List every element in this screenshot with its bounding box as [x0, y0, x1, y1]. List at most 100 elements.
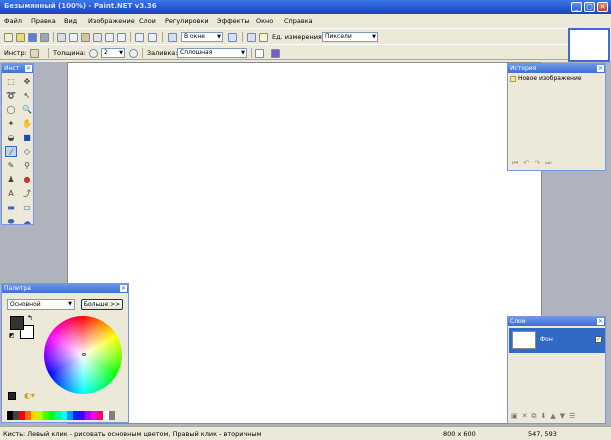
navigator-thumbnail[interactable]: [568, 28, 610, 62]
primary-color-swatch[interactable]: [10, 316, 24, 330]
title-bar[interactable]: Безымянный (100%) - Paint.NET v3.36 _ ▢ …: [0, 0, 611, 14]
print-icon[interactable]: [40, 33, 49, 42]
palette-strip[interactable]: [7, 411, 115, 420]
deselect-icon[interactable]: [105, 33, 114, 42]
history-panel-header[interactable]: История ✕: [508, 64, 605, 73]
reset-colors-icon[interactable]: ◩: [9, 332, 15, 339]
palette-menu-icon[interactable]: ◐▾: [24, 391, 35, 400]
zoom-icon[interactable]: [168, 33, 177, 42]
fill-select[interactable]: Сплошная ▼: [177, 48, 247, 58]
recolor-icon[interactable]: ●: [21, 174, 33, 185]
fill-value: Сплошная: [180, 49, 213, 56]
layer-visibility-checkbox[interactable]: ✓: [595, 336, 602, 343]
undo-icon[interactable]: ↶: [523, 159, 534, 167]
open-folder-icon[interactable]: [16, 33, 25, 42]
merge-layer-icon[interactable]: ⬇: [541, 412, 551, 420]
new-file-icon[interactable]: [4, 33, 13, 42]
rewind-icon[interactable]: ⏮: [512, 159, 523, 167]
redo-icon[interactable]: [148, 33, 157, 42]
close-icon[interactable]: ✕: [597, 65, 604, 72]
eraser-icon[interactable]: ◇: [21, 146, 33, 157]
rounded-rect-icon[interactable]: ▭: [21, 202, 33, 213]
zoom-select[interactable]: В окне ▼: [181, 32, 223, 42]
more-button[interactable]: Больше >>: [81, 299, 123, 310]
move-up-icon[interactable]: ▲: [550, 412, 559, 420]
cut-icon[interactable]: [57, 33, 66, 42]
rect-select-icon[interactable]: ⬚: [5, 76, 17, 87]
delete-layer-icon[interactable]: ✕: [522, 412, 532, 420]
history-item[interactable]: Новое изображение: [510, 75, 603, 82]
redo-icon[interactable]: ↷: [534, 159, 545, 167]
duplicate-layer-icon[interactable]: ⧉: [532, 412, 541, 420]
minimize-button[interactable]: _: [571, 2, 582, 12]
lasso-icon[interactable]: ➰: [5, 90, 17, 101]
tools-panel: Инст ✕ ⬚ ✥ ➰ ↖ ◯ 🔍 ✦ ✋ ◒ ■ ⁄ ◇ ✎ ⚲ ♟ ● A…: [1, 63, 34, 227]
text-icon[interactable]: A: [5, 188, 17, 199]
move-down-icon[interactable]: ▼: [560, 412, 569, 420]
menu-bar: Файл Правка Вид Изображение Слои Регулир…: [0, 14, 570, 28]
zoom-in-icon[interactable]: [228, 33, 237, 42]
magic-wand-icon[interactable]: ✦: [5, 118, 17, 129]
separator: [162, 32, 163, 42]
color-mode-value: Основной: [10, 301, 41, 308]
menu-layers[interactable]: Слои: [139, 17, 156, 25]
pencil-icon[interactable]: ✎: [5, 160, 17, 171]
copy-icon[interactable]: [69, 33, 78, 42]
paste-icon[interactable]: [81, 33, 90, 42]
erase-selection-icon[interactable]: [117, 33, 126, 42]
antialias-icon[interactable]: [255, 49, 264, 58]
add-layer-icon[interactable]: ▣: [511, 412, 522, 420]
increase-icon[interactable]: [129, 49, 138, 58]
move-selection-icon[interactable]: ↖: [21, 90, 33, 101]
ellipse-icon[interactable]: ⬬: [5, 216, 17, 227]
maximize-button[interactable]: ▢: [584, 2, 595, 12]
menu-view[interactable]: Вид: [64, 17, 77, 25]
clone-stamp-icon[interactable]: ♟: [5, 174, 17, 185]
paint-bucket-icon[interactable]: ◒: [5, 132, 17, 143]
paintbrush-icon[interactable]: ⁄: [5, 146, 17, 157]
close-button[interactable]: ✕: [597, 2, 608, 12]
zoom-tool-icon[interactable]: 🔍: [21, 104, 33, 115]
layer-properties-icon[interactable]: ☰: [569, 412, 579, 420]
brush-icon[interactable]: [30, 49, 39, 58]
line-icon[interactable]: ⤴: [21, 188, 33, 199]
menu-image[interactable]: Изображение: [88, 17, 135, 25]
units-select[interactable]: Пиксели ▼: [322, 32, 378, 42]
menu-edit[interactable]: Правка: [31, 17, 56, 25]
zoom-value: В окне: [184, 33, 205, 40]
menu-effects[interactable]: Эффекты: [217, 17, 250, 25]
pan-icon[interactable]: ✋: [21, 118, 33, 129]
fast-forward-icon[interactable]: ⏭: [545, 159, 556, 167]
menu-adjustments[interactable]: Регулировки: [165, 17, 209, 25]
color-picker-icon[interactable]: ⚲: [21, 160, 33, 171]
layers-panel-header[interactable]: Слои ✕: [508, 317, 605, 326]
layer-row[interactable]: Фон ✓: [509, 328, 605, 353]
menu-file[interactable]: Файл: [4, 17, 22, 25]
save-icon[interactable]: [28, 33, 37, 42]
undo-icon[interactable]: [135, 33, 144, 42]
menu-help[interactable]: Справка: [284, 17, 313, 25]
image-canvas[interactable]: [67, 62, 542, 424]
separator: [48, 48, 49, 58]
close-icon[interactable]: ✕: [597, 318, 604, 325]
current-color-icon[interactable]: [8, 392, 16, 400]
thickness-input[interactable]: 2 ▼: [101, 48, 125, 58]
palette-panel-header[interactable]: Палитра ✕: [2, 284, 128, 293]
menu-window[interactable]: Окно: [256, 17, 273, 25]
rectangle-icon[interactable]: ▬: [5, 202, 17, 213]
crop-icon[interactable]: [93, 33, 102, 42]
ruler-icon[interactable]: [259, 33, 268, 42]
gradient-icon[interactable]: ■: [21, 132, 33, 143]
close-icon[interactable]: ✕: [25, 65, 32, 72]
swap-colors-icon[interactable]: ↰: [27, 314, 33, 322]
close-icon[interactable]: ✕: [120, 285, 127, 292]
blend-mode-icon[interactable]: [271, 49, 280, 58]
decrease-icon[interactable]: [89, 49, 98, 58]
units-label: Ед. измерения:: [272, 33, 325, 41]
freeform-shape-icon[interactable]: ☁: [21, 216, 33, 227]
ellipse-select-icon[interactable]: ◯: [5, 104, 17, 115]
tools-panel-header[interactable]: Инст ✕: [2, 64, 33, 73]
grid-icon[interactable]: [247, 33, 256, 42]
color-mode-select[interactable]: Основной ▼: [7, 299, 75, 310]
move-icon[interactable]: ✥: [21, 76, 33, 87]
